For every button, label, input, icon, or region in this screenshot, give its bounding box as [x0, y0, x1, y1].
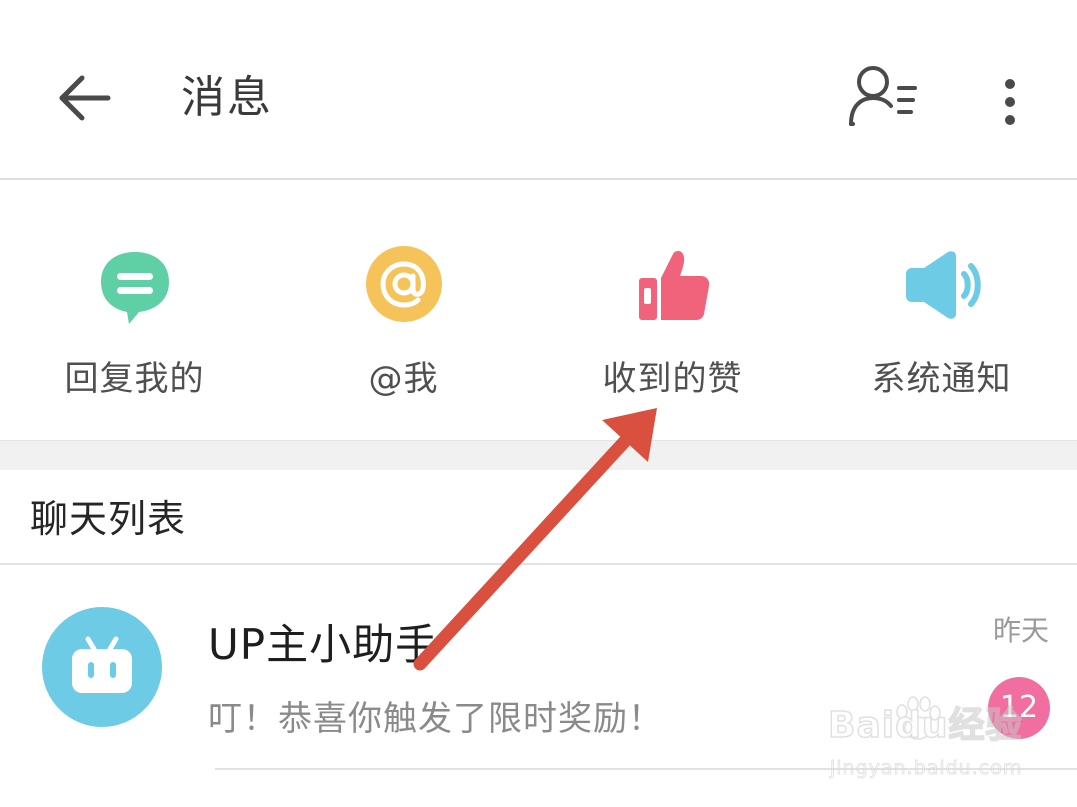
unread-badge: 12 [988, 677, 1050, 739]
chat-preview: 叮！恭喜你触发了限时奖励！ [208, 699, 663, 739]
avatar [42, 607, 162, 727]
quick-entry-label: 回复我的 [64, 359, 205, 399]
speaker-icon [905, 251, 981, 319]
chat-list-header: 聊天列表 [0, 470, 1077, 565]
contacts-button[interactable] [845, 62, 925, 132]
chat-list-item[interactable]: UP主小助手 叮！恭喜你触发了限时奖励！ 昨天 12 [0, 567, 1077, 770]
quick-entry-label: 系统通知 [871, 359, 1012, 399]
page-title: 消息 [181, 72, 273, 123]
reply-chat-icon [100, 252, 169, 324]
chat-time: 昨天 [992, 614, 1049, 647]
quick-entry-label: @我 [368, 359, 439, 399]
app-header: 消息 [0, 0, 1077, 180]
quick-entry-replies[interactable]: 回复我的 [0, 182, 269, 440]
back-button[interactable] [52, 68, 116, 128]
more-button[interactable] [990, 72, 1030, 132]
section-separator [0, 440, 1077, 470]
quick-entry-likes[interactable]: 收到的赞 [538, 182, 807, 440]
quick-entry-system[interactable]: 系统通知 [807, 182, 1076, 440]
quick-entry-label: 收到的赞 [602, 359, 743, 399]
arrow-left-icon [59, 75, 111, 121]
contacts-icon [849, 66, 917, 126]
tv-robot-icon [72, 636, 132, 693]
at-icon [365, 246, 442, 322]
chat-list-title: 聊天列表 [30, 497, 187, 541]
row-divider [215, 768, 1077, 770]
more-vertical-icon [1005, 79, 1015, 125]
thumbs-up-icon [638, 251, 709, 320]
chat-name: UP主小助手 [208, 620, 439, 669]
quick-entry-mentions[interactable]: @我 [269, 182, 538, 440]
quick-entry-row: 回复我的 @我 收到的赞 系统通知 [0, 182, 1077, 440]
